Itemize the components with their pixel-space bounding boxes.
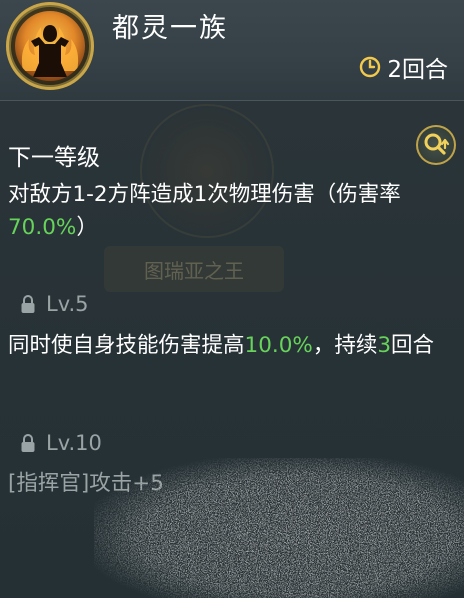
skill-header: 都灵一族 2回合: [0, 0, 464, 101]
warrior-flame-portrait-icon: [15, 11, 85, 81]
level-5-desc-end: 回合: [391, 333, 435, 358]
next-level-desc-end: ）: [76, 215, 98, 240]
cooldown-indicator: 2回合: [359, 52, 448, 83]
level-5-desc-text: 同时使自身技能伤害提高: [8, 333, 245, 358]
next-level-damage-rate: 70.0%: [8, 215, 77, 240]
level-5-duration-value: 3: [377, 333, 392, 358]
next-level-desc-text: 对敌方1-2方阵造成1次物理伤害（伤害率: [8, 182, 401, 207]
level-5-description: 同时使自身技能伤害提高10.0%，持续3回合: [8, 328, 460, 364]
obscured-noise-overlay: [94, 458, 464, 598]
skill-name: 都灵一族: [112, 13, 228, 44]
detail-search-button[interactable]: [416, 125, 456, 165]
cooldown-text: 2回合: [387, 57, 448, 83]
next-level-description: 对敌方1-2方阵造成1次物理伤害（伤害率 70.0%）: [8, 178, 460, 244]
level-5-row: Lv.5: [20, 292, 89, 316]
level-5-boost-value: 10.0%: [244, 333, 313, 358]
skill-avatar: [6, 2, 94, 90]
level-10-row: Lv.10: [20, 431, 102, 455]
level-5-label: Lv.5: [46, 292, 89, 316]
level-5-desc-mid: ，持续: [312, 333, 378, 358]
level-10-label: Lv.10: [46, 431, 102, 455]
watermark-banner: 图瑞亚之王: [104, 246, 284, 292]
clock-icon: [359, 56, 381, 78]
lock-icon: [20, 433, 36, 453]
next-level-title: 下一等级: [8, 145, 100, 171]
lock-icon: [20, 294, 36, 314]
skill-tooltip-panel: 都灵一族 2回合 图瑞亚之王 下一等级 对敌方1-2方阵造成1次物理伤害（伤害率…: [0, 0, 464, 598]
